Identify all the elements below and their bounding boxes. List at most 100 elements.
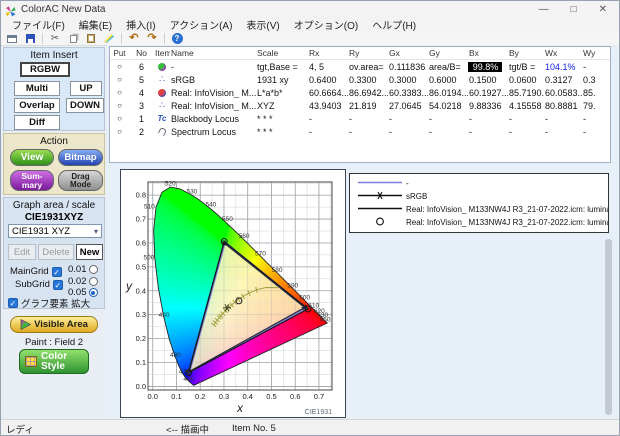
undo-icon[interactable]: ↶ xyxy=(126,32,142,45)
value-cell: area/B= xyxy=(428,62,468,72)
legend-item: Real: InfoVision_ M133NW4J R3_21-07-2022… xyxy=(354,216,608,229)
maximize-button[interactable]: □ xyxy=(571,4,577,15)
color-style-label: ColorStyle xyxy=(41,352,67,372)
scale-select[interactable]: CIE1931 XYZ ▾ xyxy=(8,224,102,238)
new-window-icon[interactable] xyxy=(4,32,20,45)
menu-item-2[interactable]: 挿入(I) xyxy=(119,16,162,33)
menu-item-4[interactable]: 表示(V) xyxy=(239,16,286,33)
put-marker[interactable]: ○ xyxy=(110,75,128,84)
col-header-wy[interactable]: Wy xyxy=(582,48,610,58)
col-header-item[interactable]: Item xyxy=(154,48,170,58)
down-button[interactable]: DOWN xyxy=(66,98,104,113)
action-panel: Action View Bitmap Sum- mary Drag Mode xyxy=(3,133,105,195)
value-cell: - xyxy=(508,127,544,137)
titlebar: ColorAC New Data — □ ✕ xyxy=(1,1,619,17)
table-row[interactable]: ○4Real: InfoVision_ M...L*a*b*60.6664...… xyxy=(110,86,610,99)
put-marker[interactable]: ○ xyxy=(110,62,128,71)
put-marker[interactable]: ○ xyxy=(110,88,128,97)
copy-icon[interactable] xyxy=(65,32,81,45)
item-name: Spectrum Locus xyxy=(170,127,256,137)
multi-button[interactable]: Multi xyxy=(14,81,60,96)
subgrid-checkbox[interactable]: ✓ xyxy=(53,280,63,290)
col-header-by[interactable]: By xyxy=(508,48,544,58)
summary-flower-icon xyxy=(154,61,170,72)
menu-item-3[interactable]: アクション(A) xyxy=(163,16,240,33)
close-button[interactable]: ✕ xyxy=(599,4,607,15)
col-header-gy[interactable]: Gy xyxy=(428,48,468,58)
app-window: ColorAC New Data — □ ✕ ファイル(F)編集(E)挿入(I)… xyxy=(0,0,620,436)
put-marker[interactable]: ○ xyxy=(110,114,128,123)
scale-current: CIE1931XYZ xyxy=(4,212,104,223)
edit-button[interactable]: Edit xyxy=(8,244,36,260)
action-title: Action xyxy=(4,136,104,147)
summary-button[interactable]: Sum- mary xyxy=(10,170,54,191)
visible-area-label: Visible Area xyxy=(34,319,88,330)
toolbar-separator xyxy=(121,33,122,44)
cie-chart-canvas[interactable] xyxy=(121,170,345,417)
brush-icon[interactable] xyxy=(101,32,117,45)
rgb-triangle-icon: ∴ xyxy=(154,100,170,111)
put-marker[interactable]: ○ xyxy=(110,101,128,110)
main-area: PutNoItemNameScaleRxRyGxGyBxByWxWy ○6-tgt… xyxy=(107,45,620,419)
item-name: Blackbody Locus xyxy=(170,114,256,124)
rgbw-button[interactable]: RGBW xyxy=(20,62,70,77)
color-style-button[interactable]: ColorStyle xyxy=(19,349,89,374)
items-table[interactable]: PutNoItemNameScaleRxRyGxGyBxByWxWy ○6-tgt… xyxy=(109,46,611,163)
help-icon[interactable]: ? xyxy=(169,32,185,45)
table-row[interactable]: ○2Spectrum Locus* * *-------- xyxy=(110,125,610,138)
col-header-scale[interactable]: Scale xyxy=(256,48,308,58)
up-button[interactable]: UP xyxy=(70,81,102,96)
value-cell: 60.1927... xyxy=(468,88,508,98)
col-header-bx[interactable]: Bx xyxy=(468,48,508,58)
toolbar-separator xyxy=(42,33,43,44)
diff-button[interactable]: Diff xyxy=(14,115,60,130)
minimize-button[interactable]: — xyxy=(539,4,549,15)
table-row[interactable]: ○3∴Real: InfoVision_ M...XYZ43.940321.81… xyxy=(110,99,610,112)
col-header-put[interactable]: Put xyxy=(110,49,128,58)
col-header-ry[interactable]: Ry xyxy=(348,48,388,58)
put-marker[interactable]: ○ xyxy=(110,127,128,136)
bitmap-button[interactable]: Bitmap xyxy=(58,149,103,166)
scale-select-value: CIE1931 XYZ xyxy=(12,226,70,237)
grid-002-radio[interactable] xyxy=(89,277,98,286)
graph-zoom-checkbox[interactable]: ✓ xyxy=(8,298,18,308)
redo-icon[interactable]: ↷ xyxy=(144,32,160,45)
table-row[interactable]: ○1TcBlackbody Locus* * *-------- xyxy=(110,112,610,125)
table-row[interactable]: ○6-tgt,Base =4, 5ov.area=0.111836area/B=… xyxy=(110,60,610,73)
value-cell: - xyxy=(308,114,348,124)
cut-icon[interactable]: ✂ xyxy=(47,32,63,45)
chevron-down-icon: ▾ xyxy=(94,227,98,236)
tc-icon: Tc xyxy=(154,113,170,124)
value-cell: - xyxy=(582,127,610,137)
vertical-scrollbar[interactable] xyxy=(605,239,612,415)
visible-area-button[interactable]: Visible Area xyxy=(10,316,98,333)
value-cell: - xyxy=(388,114,428,124)
paste-icon[interactable] xyxy=(83,32,99,45)
drag-mode-button[interactable]: Drag Mode xyxy=(58,170,103,191)
value-cell: - xyxy=(544,114,582,124)
col-header-name[interactable]: Name xyxy=(170,48,256,58)
value-cell: - xyxy=(544,127,582,137)
col-header-rx[interactable]: Rx xyxy=(308,48,348,58)
delete-button[interactable]: Delete xyxy=(38,244,74,260)
view-button[interactable]: View xyxy=(10,149,54,166)
overlap-button[interactable]: Overlap xyxy=(14,98,60,113)
menu-item-1[interactable]: 編集(E) xyxy=(72,16,119,33)
toolbar: ✂ ↶ ↷ ? xyxy=(1,32,619,46)
drag-label-2: Mode xyxy=(70,181,91,189)
paint-field-label: Paint : Field 2 xyxy=(3,337,105,348)
grid-001-radio[interactable] xyxy=(89,265,98,274)
maingrid-checkbox[interactable]: ✓ xyxy=(52,267,62,277)
col-header-no[interactable]: No xyxy=(128,48,154,58)
col-header-gx[interactable]: Gx xyxy=(388,48,428,58)
menu-item-6[interactable]: ヘルプ(H) xyxy=(365,16,423,33)
new-button[interactable]: New xyxy=(76,244,103,260)
col-header-wx[interactable]: Wx xyxy=(544,48,582,58)
table-row[interactable]: ○5∴sRGB1931 xy0.64000.33000.30000.60000.… xyxy=(110,73,610,86)
save-icon[interactable] xyxy=(22,32,38,45)
item-scale: XYZ xyxy=(256,101,308,111)
app-icon xyxy=(5,4,16,15)
value-cell: 0.3000 xyxy=(388,75,428,85)
menu-item-0[interactable]: ファイル(F) xyxy=(5,16,72,33)
menu-item-5[interactable]: オプション(O) xyxy=(287,16,365,33)
